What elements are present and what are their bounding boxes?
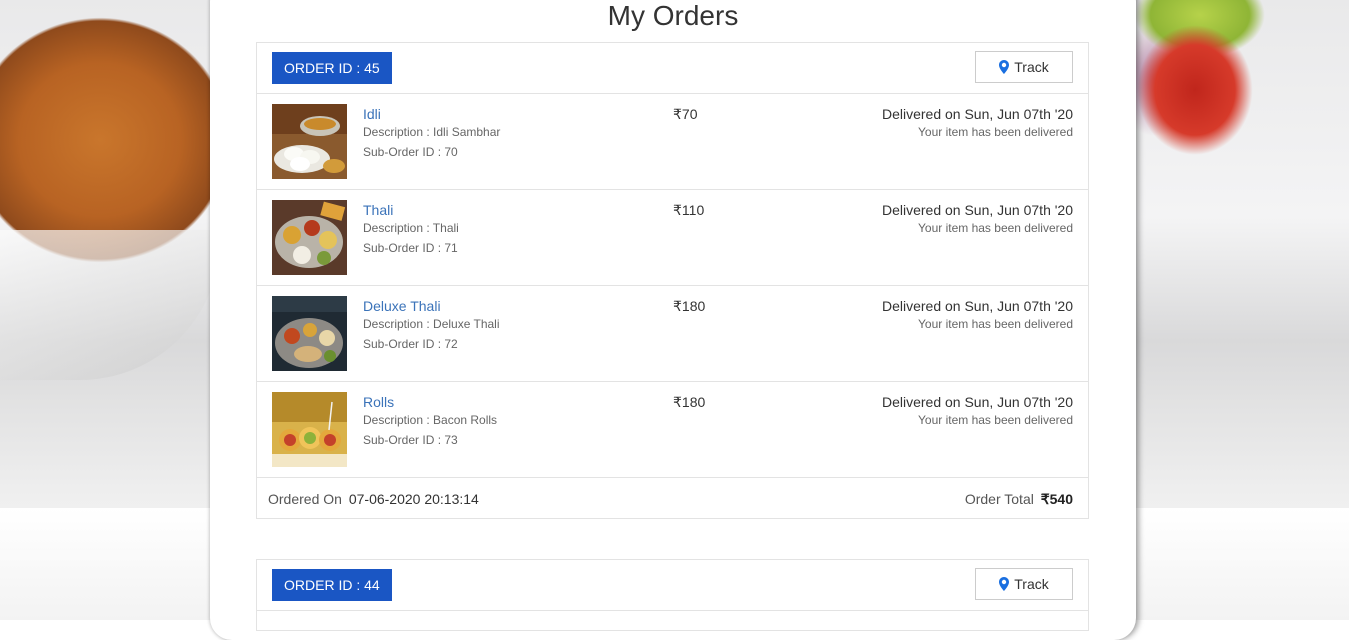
ordered-on: Ordered On 07-06-2020 20:13:14: [268, 491, 479, 507]
order-card: ORDER ID : 45 Track Idli Description : I…: [256, 42, 1089, 519]
map-pin-icon: [999, 577, 1010, 591]
order-item-row: Deluxe Thali Description : Deluxe Thali …: [257, 286, 1088, 382]
delivery-status: Delivered on Sun, Jun 07th '20: [881, 298, 1073, 314]
delivery-status-detail: Your item has been delivered: [918, 221, 1073, 235]
delivery-status: Delivered on Sun, Jun 07th '20: [881, 394, 1073, 410]
delivery-status: Delivered on Sun, Jun 07th '20: [881, 106, 1073, 122]
track-button-label: Track: [1014, 59, 1049, 75]
item-price: ₹110: [673, 202, 705, 218]
item-price: ₹70: [673, 106, 698, 122]
item-name-link[interactable]: Rolls: [363, 394, 394, 410]
idli-photo-icon: [272, 104, 347, 179]
item-description: Description : Idli Sambhar: [363, 125, 501, 139]
order-header: ORDER ID : 44 Track: [257, 560, 1088, 611]
item-description: Description : Bacon Rolls: [363, 413, 498, 427]
rolls-photo-icon: [272, 392, 347, 467]
page-title: My Orders: [607, 0, 739, 31]
deluxe-thali-photo-icon: [272, 296, 347, 371]
track-button-label: Track: [1014, 576, 1049, 592]
map-pin-icon: [999, 60, 1010, 74]
track-button[interactable]: Track: [975, 568, 1073, 600]
item-price: ₹180: [673, 298, 706, 314]
order-total: Order Total ₹540: [965, 491, 1073, 508]
item-name-link[interactable]: Deluxe Thali: [363, 298, 441, 314]
order-item-row: Idli Description : Idli Sambhar Sub-Orde…: [257, 94, 1088, 190]
item-name-link[interactable]: Idli: [363, 106, 381, 122]
delivery-status-detail: Your item has been delivered: [918, 125, 1073, 139]
ordered-on-label: Ordered On: [268, 491, 342, 507]
thali-photo-icon: [272, 200, 347, 275]
sub-order-id: Sub-Order ID : 71: [363, 241, 458, 255]
delivery-status-detail: Your item has been delivered: [918, 317, 1073, 331]
item-price: ₹180: [673, 394, 706, 410]
delivery-status: Delivered on Sun, Jun 07th '20: [881, 202, 1073, 218]
sub-order-id: Sub-Order ID : 73: [363, 433, 458, 447]
sub-order-id: Sub-Order ID : 70: [363, 145, 458, 159]
order-id-badge: ORDER ID : 44: [272, 569, 392, 601]
order-footer: Ordered On 07-06-2020 20:13:14 Order Tot…: [257, 478, 1088, 518]
order-total-value: ₹540: [1040, 491, 1073, 507]
ordered-on-value: 07-06-2020 20:13:14: [348, 491, 479, 507]
track-button[interactable]: Track: [975, 51, 1073, 83]
item-description: Description : Thali: [363, 221, 459, 235]
order-card: ORDER ID : 44 Track: [256, 559, 1089, 631]
order-item-row: Rolls Description : Bacon Rolls Sub-Orde…: [257, 382, 1088, 478]
item-description: Description : Deluxe Thali: [363, 317, 500, 331]
order-total-label: Order Total: [964, 491, 1034, 507]
order-header: ORDER ID : 45 Track: [257, 43, 1088, 94]
sub-order-id: Sub-Order ID : 72: [363, 337, 458, 351]
order-item-row: Thali Description : Thali Sub-Order ID :…: [257, 190, 1088, 286]
item-name-link[interactable]: Thali: [363, 202, 393, 218]
order-id-badge: ORDER ID : 45: [272, 52, 392, 84]
delivery-status-detail: Your item has been delivered: [918, 413, 1073, 427]
